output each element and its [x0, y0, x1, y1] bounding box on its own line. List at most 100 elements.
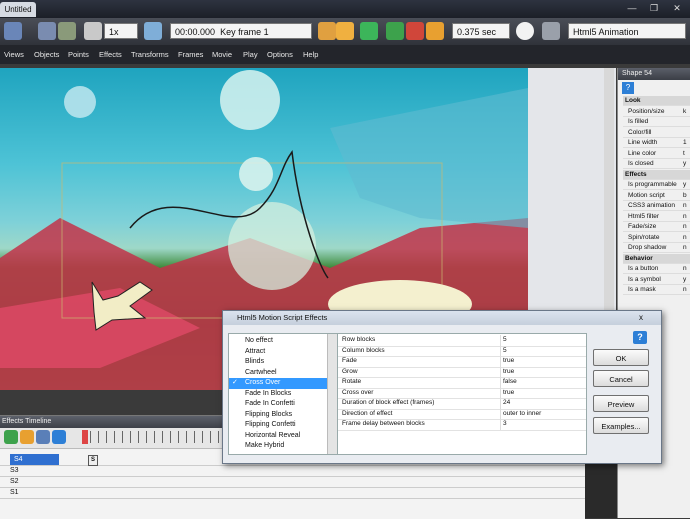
keyframe-lock-icon[interactable]: [426, 22, 444, 40]
property-label: Motion script: [628, 191, 665, 199]
examples-button[interactable]: Examples...: [593, 417, 649, 434]
property-row[interactable]: CSS3 animation n: [623, 201, 690, 211]
parameter-value[interactable]: outer to inner: [503, 409, 583, 420]
effect-list[interactable]: No effect Attract Blinds Cartwheel Cross Ove…: [228, 333, 338, 455]
property-value: k: [683, 107, 687, 115]
property-row[interactable]: Line color t: [623, 149, 690, 159]
effect-list-item[interactable]: Cross Over: [229, 378, 327, 389]
property-value: n: [683, 202, 687, 209]
add-icon[interactable]: [4, 430, 18, 444]
close-icon[interactable]: x: [631, 313, 651, 323]
cut-icon[interactable]: [4, 22, 22, 40]
parameter-value[interactable]: true: [503, 388, 583, 399]
restore-button[interactable]: ❐: [647, 3, 661, 15]
effect-list-item[interactable]: No effect: [229, 336, 327, 347]
property-row[interactable]: Position/size k: [623, 107, 690, 117]
property-value: y: [683, 275, 687, 283]
property-label: Is filled: [628, 118, 649, 125]
menu-transforms[interactable]: Transforms: [131, 45, 169, 64]
property-row[interactable]: Html5 filter n: [623, 212, 690, 222]
effect-list-item[interactable]: Blinds: [229, 357, 327, 368]
prev-keyframe-icon[interactable]: [318, 22, 336, 40]
property-row[interactable]: Line width 1: [623, 138, 690, 148]
document-tab[interactable]: Untitled: [0, 2, 36, 17]
export-mode-select[interactable]: Html5 Animation: [568, 23, 686, 39]
property-row[interactable]: Color/fill: [623, 128, 690, 138]
property-row[interactable]: Fade/size n: [623, 222, 690, 232]
close-button[interactable]: ✕: [670, 3, 684, 15]
toolbar: 1x 00:00.000 Key frame 1 0.375 sec Html5…: [0, 18, 690, 46]
parameter-value[interactable]: 5: [503, 335, 583, 346]
parameter-value[interactable]: 24: [503, 398, 583, 409]
property-row[interactable]: Is closed y: [623, 159, 690, 169]
property-value: t: [683, 149, 685, 157]
property-label: Is programmable: [628, 181, 677, 188]
layers-icon[interactable]: [36, 430, 50, 444]
property-row[interactable]: Is programmable y: [623, 180, 690, 190]
timeline-row-name: S1: [10, 489, 19, 496]
timeline-row[interactable]: S1: [0, 487, 585, 499]
parameter-value[interactable]: 5: [503, 346, 583, 357]
property-value: y: [683, 160, 687, 167]
keyframe-icon[interactable]: [20, 430, 34, 444]
property-value: n: [683, 223, 687, 230]
property-label: Html5 filter: [628, 212, 660, 220]
speed-select[interactable]: 1x: [104, 23, 138, 39]
parameter-value[interactable]: false: [503, 377, 583, 388]
effect-list-item[interactable]: Cartwheel: [229, 368, 327, 379]
property-row[interactable]: Is a button n: [623, 264, 690, 274]
menu-play[interactable]: Play: [243, 45, 258, 64]
menu-effects[interactable]: Effects: [99, 45, 122, 64]
property-row[interactable]: Drop shadow n: [623, 243, 690, 253]
menu-movie[interactable]: Movie: [212, 45, 232, 64]
timeline-row-name: S3: [10, 467, 19, 474]
effect-list-item[interactable]: Fade In Confetti: [229, 399, 327, 410]
duration-field[interactable]: 0.375 sec: [452, 23, 510, 39]
help-icon[interactable]: [52, 430, 66, 444]
help-icon[interactable]: ?: [622, 82, 634, 94]
next-keyframe-icon[interactable]: [336, 22, 354, 40]
remove-keyframe-icon[interactable]: [406, 22, 424, 40]
property-row[interactable]: Is a symbol y: [623, 275, 690, 285]
effect-list-item[interactable]: Attract: [229, 347, 327, 358]
property-section: Look: [623, 96, 690, 106]
effect-list-scrollbar[interactable]: [327, 334, 337, 454]
parameter-value[interactable]: true: [503, 367, 583, 378]
menu-frames[interactable]: Frames: [178, 45, 203, 64]
clock-icon[interactable]: [516, 22, 534, 40]
effect-list-item[interactable]: Horizontal Reveal: [229, 431, 327, 442]
effect-list-item[interactable]: Flipping Confetti: [229, 420, 327, 431]
hand-tool-icon[interactable]: [84, 22, 102, 40]
menu-views[interactable]: Views: [4, 45, 24, 64]
effect-list-item[interactable]: Make Hybrid: [229, 441, 327, 452]
parameter-value[interactable]: true: [503, 356, 583, 367]
property-label: Look: [625, 97, 641, 104]
parameter-value[interactable]: 3: [503, 419, 583, 430]
cancel-button[interactable]: Cancel: [593, 370, 649, 387]
preview-button[interactable]: Preview: [593, 395, 649, 412]
menu-objects[interactable]: Objects: [34, 45, 59, 64]
menu-help[interactable]: Help: [303, 45, 318, 64]
help-icon[interactable]: ?: [633, 331, 647, 344]
add-keyframe-icon[interactable]: [386, 22, 404, 40]
time-field[interactable]: 00:00.000 Key frame 1: [170, 23, 312, 39]
ok-button[interactable]: OK: [593, 349, 649, 366]
redo-icon[interactable]: [58, 22, 76, 40]
zoom-icon[interactable]: [144, 22, 162, 40]
menu-options[interactable]: Options: [267, 45, 293, 64]
undo-icon[interactable]: [38, 22, 56, 40]
timeline-ruler[interactable]: [82, 431, 222, 443]
property-row[interactable]: Is a mask n: [623, 285, 690, 295]
menu-points[interactable]: Points: [68, 45, 89, 64]
property-label: Line width: [628, 139, 658, 146]
property-row[interactable]: Motion script b: [623, 191, 690, 201]
effect-list-item[interactable]: Fade In Blocks: [229, 389, 327, 400]
export-icon[interactable]: [542, 22, 560, 40]
effect-list-item[interactable]: Flipping Blocks: [229, 410, 327, 421]
property-row[interactable]: Spin/rotate n: [623, 233, 690, 243]
playhead-marker[interactable]: [82, 430, 88, 444]
play-icon[interactable]: [360, 22, 378, 40]
property-row[interactable]: Is filled: [623, 117, 690, 127]
minimize-button[interactable]: —: [625, 3, 639, 15]
parameter-row[interactable]: Frame delay between blocks 3: [338, 419, 586, 431]
